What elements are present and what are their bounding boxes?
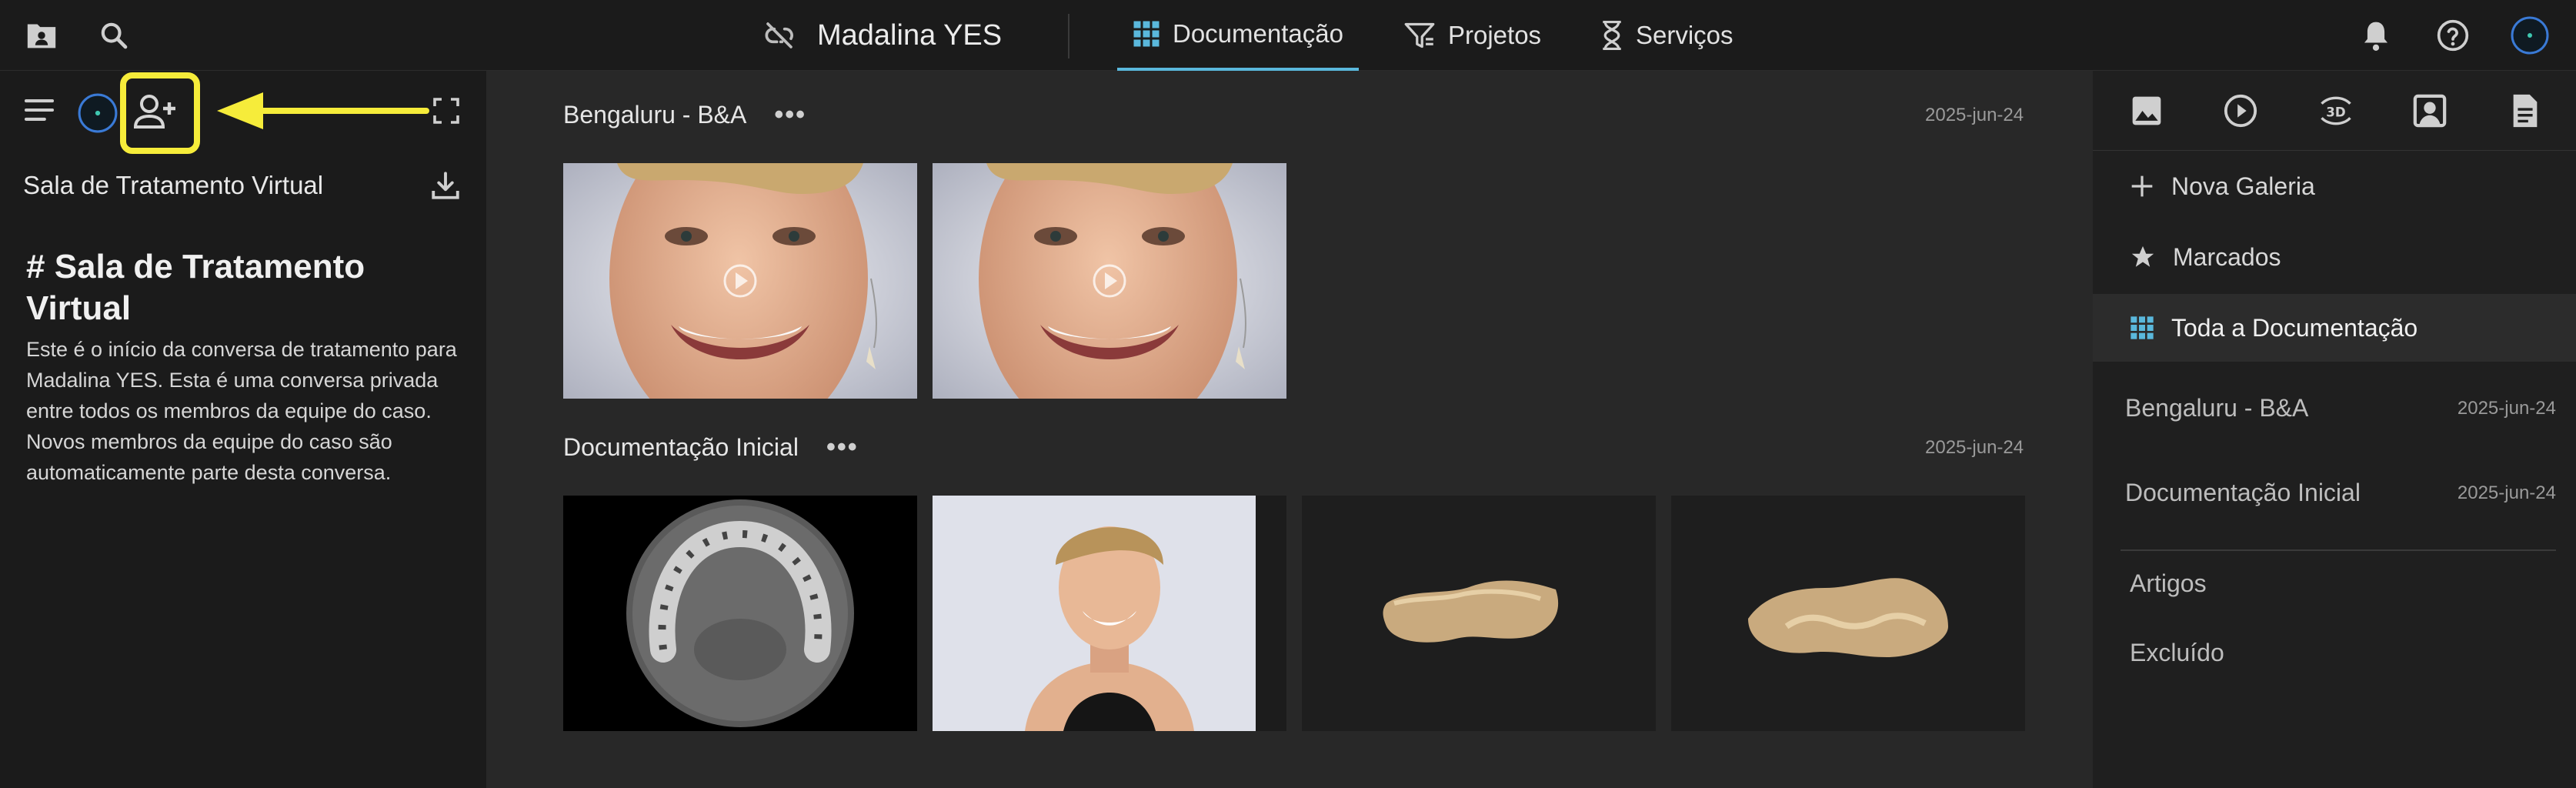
ct-scan-thumbnail[interactable] [563, 496, 917, 731]
patient-name: Madalina YES [817, 18, 1003, 52]
section-title: Bengaluru - B&A [563, 101, 747, 129]
tab-label: Projetos [1448, 21, 1542, 49]
more-options-icon[interactable]: ••• [826, 432, 859, 462]
chat-intro-text: Este é o início da conversa de tratament… [26, 338, 457, 484]
starred-filter[interactable]: Marcados [2093, 223, 2576, 291]
item-label: Toda a Documentação [2171, 313, 2418, 342]
all-documentation-filter[interactable]: Toda a Documentação [2093, 294, 2576, 362]
tab-servicos[interactable]: Serviços [1600, 0, 1733, 71]
svg-text:3D: 3D [2326, 105, 2345, 119]
search-icon[interactable] [94, 15, 134, 55]
tab-projetos[interactable]: Projetos [1403, 0, 1541, 71]
hourglass-icon [1600, 21, 1623, 50]
3d-icon[interactable]: 3D [2313, 89, 2359, 132]
video-thumbnail[interactable] [933, 163, 1286, 399]
section-date: 2025-jun-24 [1925, 105, 2024, 125]
chat-panel: Sala de Tratamento Virtual # Sala de Tra… [0, 71, 486, 788]
gallery-date: 2025-jun-24 [2457, 397, 2556, 419]
portrait-icon[interactable] [2407, 89, 2453, 132]
deleted-link[interactable]: Excluído [2130, 639, 2224, 667]
media-filter-bar: 3D [2093, 71, 2576, 151]
add-member-icon[interactable] [134, 92, 177, 131]
image-icon[interactable] [2124, 89, 2170, 132]
avatar[interactable] [77, 92, 118, 134]
divider [2121, 549, 2556, 551]
chat-toolbar [0, 71, 486, 154]
gallery-sidebar: 3D Nova Galeria Marcados Toda a Document… [2093, 71, 2576, 788]
divider [1068, 14, 1069, 58]
section-header: Documentação Inicial ••• [563, 432, 859, 462]
help-icon[interactable] [2433, 15, 2473, 55]
section-date: 2025-jun-24 [1925, 437, 2024, 458]
video-thumbnail[interactable] [563, 163, 917, 399]
gallery-date: 2025-jun-24 [2457, 482, 2556, 503]
grid-icon [1133, 20, 1160, 48]
top-bar: Madalina YES Documentação Projetos Servi… [0, 0, 2576, 71]
gallery-label: Documentação Inicial [2125, 479, 2361, 506]
fullscreen-icon[interactable] [432, 97, 460, 125]
chat-title: Sala de Tratamento Virtual [23, 171, 324, 199]
download-icon[interactable] [429, 169, 462, 202]
bell-icon[interactable] [2356, 15, 2396, 55]
gallery-item[interactable]: Bengaluru - B&A 2025-jun-24 [2125, 394, 2556, 422]
section-header: Bengaluru - B&A ••• [563, 100, 806, 130]
star-icon [2130, 244, 2156, 270]
item-label: Marcados [2173, 242, 2281, 271]
gallery-label: Bengaluru - B&A [2125, 394, 2309, 422]
menu-icon[interactable] [23, 97, 55, 123]
chat-heading: # Sala de Tratamento Virtual [26, 248, 365, 327]
folder-account-icon[interactable] [22, 15, 62, 55]
section-title: Documentação Inicial [563, 433, 799, 461]
3d-model-thumbnail[interactable] [1302, 496, 1656, 731]
annotation-arrow [214, 89, 429, 132]
grid-icon [2130, 316, 2154, 340]
unlink-icon[interactable] [762, 20, 797, 51]
tab-label: Serviços [1636, 21, 1733, 49]
patient-header: Madalina YES [762, 0, 1002, 71]
plus-icon [2130, 174, 2154, 199]
play-icon[interactable] [2217, 89, 2264, 132]
avatar[interactable] [2510, 15, 2550, 55]
item-label: Nova Galeria [2171, 172, 2315, 200]
articles-link[interactable]: Artigos [2130, 569, 2207, 598]
new-gallery-button[interactable]: Nova Galeria [2093, 152, 2576, 220]
tab-documentacao[interactable]: Documentação [1117, 0, 1359, 71]
3d-model-thumbnail[interactable] [1671, 496, 2025, 731]
documentation-gallery: Bengaluru - B&A ••• 2025-jun-24 Document… [486, 71, 2093, 788]
filter-list-icon [1403, 22, 1436, 49]
document-icon[interactable] [2502, 89, 2548, 132]
gallery-item[interactable]: Documentação Inicial 2025-jun-24 [2125, 479, 2556, 507]
tab-label: Documentação [1173, 19, 1343, 48]
portrait-photo-thumbnail[interactable] [933, 496, 1286, 731]
more-options-icon[interactable]: ••• [774, 100, 806, 130]
